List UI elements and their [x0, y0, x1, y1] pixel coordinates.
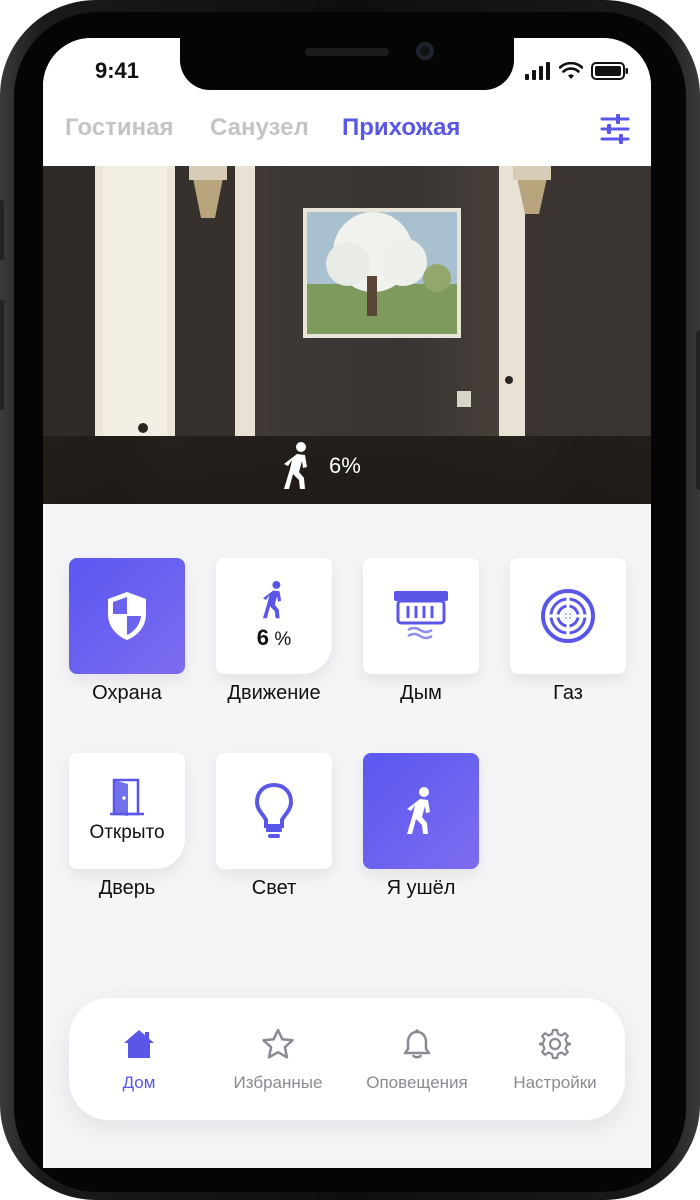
tile-label: Я ушёл	[386, 877, 456, 899]
camera-motion-value: 6%	[329, 453, 361, 478]
security-tile-card[interactable]	[69, 558, 185, 674]
security-tile[interactable]: Охрана	[69, 558, 185, 705]
motion-value-number: 6	[256, 625, 270, 650]
tile-label: Движение	[227, 682, 321, 704]
nav-label: Избранные	[233, 1073, 323, 1092]
phone-side-button	[696, 330, 700, 490]
tab-living-room[interactable]: Гостиная	[65, 114, 173, 142]
app-screen: 9:41 Гостиная Санузел Прихожая 6% Охрана…	[43, 38, 651, 1168]
smoke-detector-icon	[394, 591, 448, 640]
status-time: 9:41	[95, 58, 140, 83]
tile-label: Дверь	[98, 877, 156, 899]
signal-icon	[525, 62, 550, 80]
light-bulb-icon	[254, 782, 294, 838]
motion-tile-card[interactable]: 6 %	[216, 558, 332, 674]
wifi-icon	[559, 62, 583, 79]
tile-label: Охрана	[92, 682, 162, 704]
motion-tile[interactable]: 6 % Движение	[216, 558, 332, 705]
sliders-icon	[600, 114, 630, 144]
door-open-icon	[110, 778, 144, 816]
home-icon	[124, 1030, 154, 1058]
motion-value-unit: %	[274, 629, 292, 650]
battery-icon	[591, 62, 628, 80]
door-tile-card[interactable]: Открыто	[69, 753, 185, 869]
motion-value: 6 %	[257, 625, 291, 651]
gas-tile[interactable]: Газ	[510, 558, 626, 705]
away-mode-tile[interactable]: Я ушёл	[363, 753, 479, 900]
star-icon	[262, 1028, 294, 1059]
nav-label: Настройки	[513, 1073, 597, 1092]
bell-icon	[403, 1029, 431, 1059]
nav-settings[interactable]: Настройки	[485, 1028, 625, 1093]
gear-icon	[537, 1028, 573, 1060]
shield-icon	[108, 592, 146, 640]
light-tile[interactable]: Свет	[216, 753, 332, 900]
tile-label: Газ	[553, 682, 583, 704]
walking-person-icon	[284, 442, 307, 489]
nav-label: Дом	[122, 1073, 156, 1092]
light-tile-card[interactable]	[216, 753, 332, 869]
walking-person-icon	[407, 787, 430, 834]
phone-speaker	[305, 48, 389, 56]
nav-home[interactable]: Дом	[69, 1028, 209, 1093]
phone-side-button	[0, 200, 4, 260]
walking-person-icon	[262, 581, 282, 619]
room-tabs-bar: Гостиная Санузел Прихожая	[43, 98, 651, 166]
phone-notch	[180, 38, 514, 90]
camera-feed[interactable]: 6%	[43, 166, 651, 504]
nav-label: Оповещения	[366, 1073, 468, 1092]
smoke-tile[interactable]: Дым	[363, 558, 479, 705]
door-tile[interactable]: Открыто Дверь	[69, 753, 185, 900]
tab-bathroom[interactable]: Санузел	[210, 114, 309, 142]
front-camera	[416, 42, 434, 60]
nav-notifications[interactable]: Оповещения	[347, 1028, 487, 1093]
tile-label: Свет	[251, 877, 297, 899]
gas-tile-card[interactable]	[510, 558, 626, 674]
tile-label: Дым	[400, 682, 442, 704]
away-mode-tile-card[interactable]	[363, 753, 479, 869]
status-icons	[525, 62, 629, 80]
tab-hallway[interactable]: Прихожая	[342, 114, 460, 142]
phone-side-button	[0, 300, 4, 410]
filter-settings-button[interactable]	[599, 112, 631, 146]
camera-motion-indicator: 6%	[283, 442, 361, 490]
nav-favorites[interactable]: Избранные	[208, 1028, 348, 1093]
smoke-tile-card[interactable]	[363, 558, 479, 674]
gas-sensor-icon	[541, 589, 595, 643]
bottom-navigation: Дом Избранные Оповещения Настройки	[69, 998, 625, 1120]
door-status-value: Открыто	[89, 822, 165, 843]
